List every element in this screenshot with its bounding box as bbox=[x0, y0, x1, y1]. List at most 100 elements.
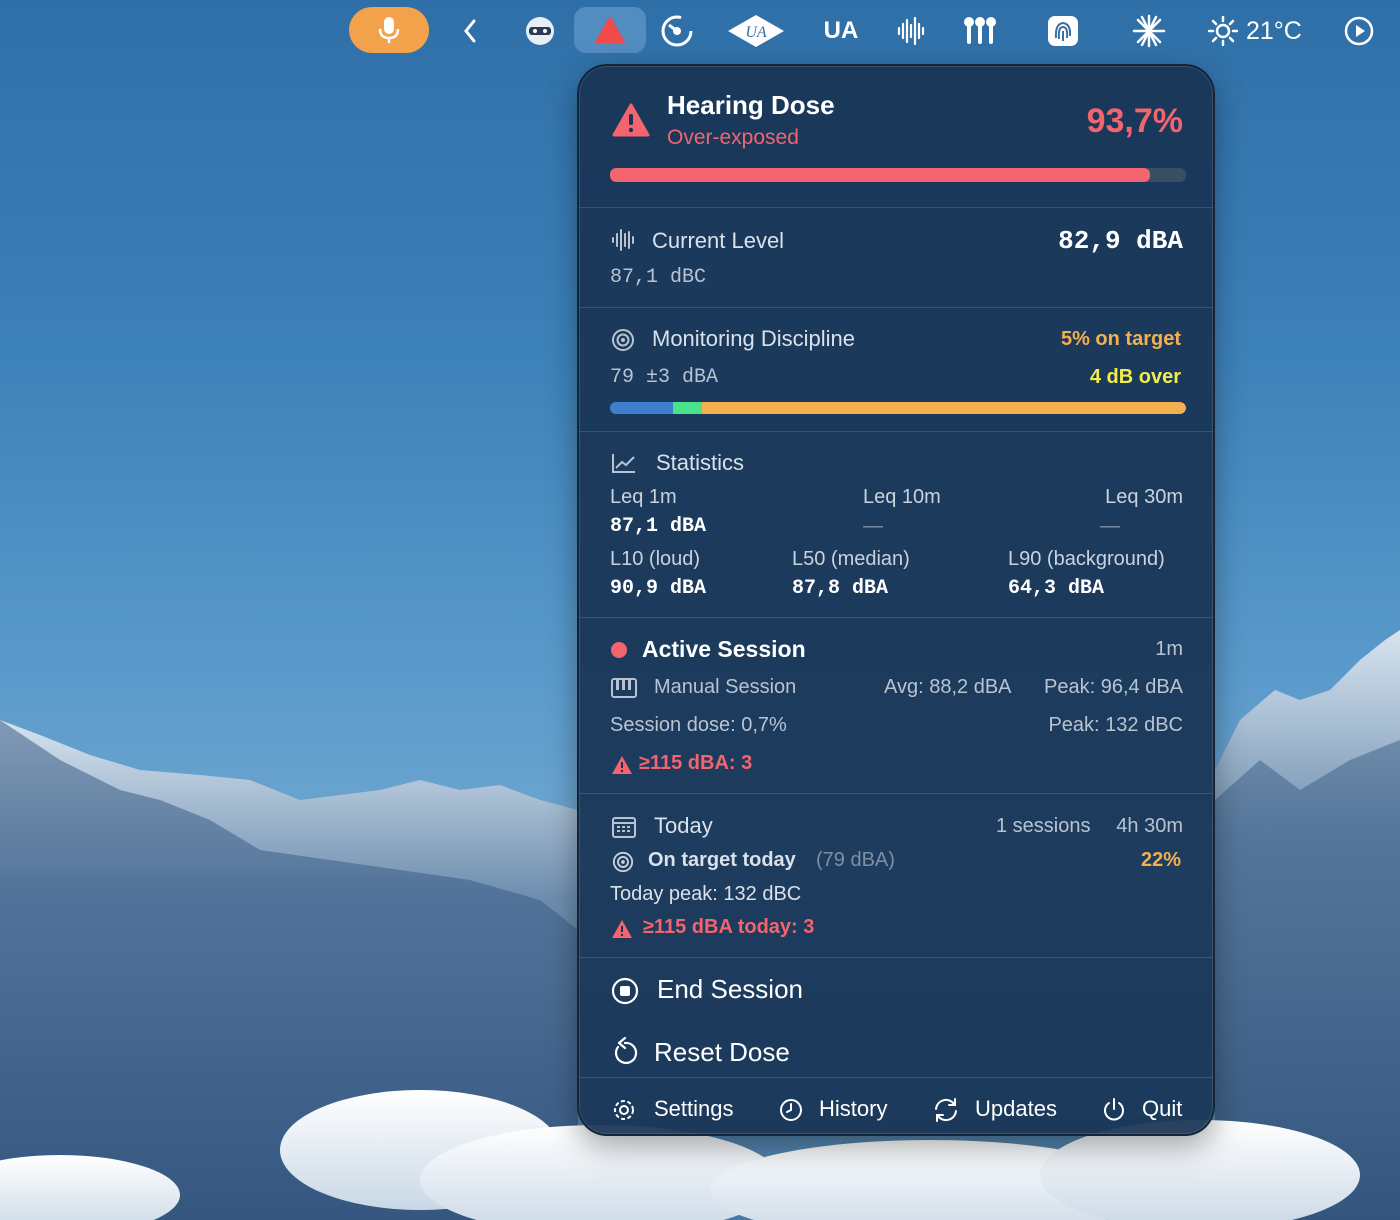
session-peak-dbc: Peak: 132 dBC bbox=[1048, 714, 1183, 736]
svg-text:UA: UA bbox=[745, 24, 767, 41]
end-session-button[interactable]: End Session bbox=[599, 964, 1197, 1016]
today-loud-warning: ≥115 dBA today: 3 bbox=[643, 916, 815, 938]
refresh-icon bbox=[935, 1098, 957, 1122]
monitoring-distribution-bar bbox=[610, 402, 1186, 414]
waveform-icon bbox=[612, 229, 634, 251]
end-session-label: End Session bbox=[657, 974, 803, 1004]
today-sessions: 1 sessions bbox=[996, 815, 1091, 837]
stop-circle-icon bbox=[611, 977, 639, 1005]
dose-percent: 93,7% bbox=[1086, 102, 1183, 140]
calendar-icon bbox=[612, 817, 636, 838]
l50-value: 87,8 dBA bbox=[792, 577, 889, 600]
ua-connect-status-item[interactable]: UA bbox=[726, 8, 786, 54]
session-loud-warning: ≥115 dBA: 3 bbox=[639, 752, 753, 774]
divider bbox=[579, 617, 1213, 618]
gauge-icon bbox=[661, 15, 693, 47]
active-session-duration: 1m bbox=[1155, 638, 1183, 660]
l50-label: L50 (median) bbox=[792, 548, 910, 570]
face-status-item[interactable] bbox=[520, 8, 560, 54]
hearing-dose-popup: Hearing Dose Over-exposed 93,7% Current … bbox=[577, 64, 1215, 1136]
l90-label: L90 (background) bbox=[1008, 548, 1165, 570]
warning-triangle-icon bbox=[612, 103, 650, 137]
on-target-today-label: On target today bbox=[648, 849, 796, 871]
monitoring-target: 79 ±3 dBA bbox=[610, 366, 719, 389]
leq-10m-value: — bbox=[863, 515, 883, 537]
leq-10m-label: Leq 10m bbox=[863, 486, 941, 508]
updates-button[interactable]: Updates bbox=[932, 1090, 1072, 1130]
divider bbox=[579, 307, 1213, 308]
menu-bar: UA UA 21°C bbox=[0, 0, 1400, 60]
dose-progress-bar bbox=[610, 168, 1186, 182]
today-duration: 4h 30m bbox=[1116, 815, 1183, 837]
current-level-dbc: 87,1 dBC bbox=[610, 266, 707, 289]
divider bbox=[579, 1077, 1213, 1078]
chart-line-icon bbox=[612, 454, 635, 473]
on-target-segment bbox=[673, 402, 703, 414]
reset-arrow-icon bbox=[615, 1037, 638, 1064]
warning-triangle-icon bbox=[595, 17, 625, 43]
weather-sun-icon bbox=[1208, 16, 1238, 46]
waveform-status-item[interactable] bbox=[893, 8, 929, 54]
divider bbox=[579, 957, 1213, 958]
exposure-status: Over-exposed bbox=[667, 126, 799, 149]
ua-text-icon: UA bbox=[823, 17, 859, 44]
today-peak: Today peak: 132 dBC bbox=[610, 883, 802, 905]
active-session-label: Active Session bbox=[642, 636, 806, 662]
over-target-segment bbox=[702, 402, 1186, 414]
warning-triangle-icon bbox=[612, 920, 632, 938]
statistics-label: Statistics bbox=[656, 450, 745, 475]
waveform-icon bbox=[897, 16, 925, 46]
weather-temperature: 21°C bbox=[1246, 16, 1302, 45]
airpods-icon bbox=[964, 17, 996, 44]
divider bbox=[579, 793, 1213, 794]
settings-label: Settings bbox=[654, 1096, 734, 1121]
gauge-status-item[interactable] bbox=[657, 8, 697, 54]
current-level-value: 82,9 dBA bbox=[1058, 226, 1183, 256]
ua-logo-icon: UA bbox=[728, 15, 784, 47]
sparkle-status-item[interactable] bbox=[1130, 8, 1168, 54]
collapse-chevron[interactable] bbox=[455, 8, 485, 54]
play-circle-icon bbox=[1344, 16, 1374, 46]
gear-icon bbox=[614, 1100, 634, 1120]
reset-dose-button[interactable]: Reset Dose bbox=[599, 1025, 1197, 1077]
microphone-status-item[interactable] bbox=[349, 7, 429, 53]
monitoring-on-target: 5% on target bbox=[1060, 328, 1181, 350]
settings-button[interactable]: Settings bbox=[609, 1090, 749, 1130]
clock-icon bbox=[780, 1099, 802, 1121]
hearing-dose-status-item[interactable] bbox=[574, 7, 646, 53]
divider bbox=[579, 207, 1213, 208]
l90-value: 64,3 dBA bbox=[1008, 577, 1105, 600]
piano-keys-icon bbox=[611, 678, 637, 698]
airpods-status-item[interactable] bbox=[960, 8, 1000, 54]
divider bbox=[579, 431, 1213, 432]
current-level-label: Current Level bbox=[652, 228, 785, 253]
leq-1m-label: Leq 1m bbox=[610, 486, 677, 508]
session-type: Manual Session bbox=[654, 676, 797, 698]
fingerprint-icon bbox=[1048, 16, 1078, 46]
recording-dot-icon bbox=[611, 642, 627, 658]
session-dose: Session dose: 0,7% bbox=[610, 714, 787, 736]
dose-progress-fill bbox=[610, 168, 1150, 182]
history-button[interactable]: History bbox=[777, 1090, 907, 1130]
warning-triangle-icon bbox=[612, 756, 632, 774]
updates-label: Updates bbox=[975, 1096, 1057, 1121]
chevron-left-icon bbox=[464, 19, 476, 43]
ua-text-status-item[interactable]: UA bbox=[818, 8, 864, 54]
weather-status-item[interactable]: 21°C bbox=[1208, 8, 1308, 54]
popup-title: Hearing Dose bbox=[667, 90, 835, 120]
quit-label: Quit bbox=[1142, 1096, 1183, 1121]
session-peak: Peak: 96,4 dBA bbox=[1044, 676, 1183, 698]
leq-30m-value: — bbox=[1100, 515, 1120, 537]
target-icon bbox=[612, 329, 634, 351]
reset-dose-label: Reset Dose bbox=[654, 1037, 790, 1067]
now-playing-status-item[interactable] bbox=[1340, 8, 1378, 54]
leq-30m-label: Leq 30m bbox=[1105, 486, 1183, 508]
face-icon bbox=[526, 17, 554, 45]
quit-button[interactable]: Quit bbox=[1099, 1090, 1189, 1130]
session-average: Avg: 88,2 dBA bbox=[884, 676, 1012, 698]
today-label: Today bbox=[654, 813, 713, 838]
fingerprint-status-item[interactable] bbox=[1044, 8, 1082, 54]
power-icon bbox=[1104, 1098, 1124, 1121]
l10-label: L10 (loud) bbox=[610, 548, 701, 570]
target-icon bbox=[612, 851, 634, 873]
